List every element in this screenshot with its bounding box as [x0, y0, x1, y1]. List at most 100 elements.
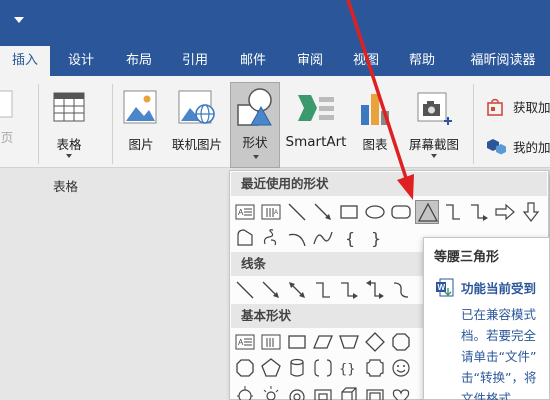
online-picture-label: 联机图片: [171, 137, 222, 152]
textbox-shape-icon[interactable]: A: [233, 200, 257, 224]
line-shape-icon[interactable]: [285, 200, 309, 224]
down-arrow-shape-icon[interactable]: [519, 200, 543, 224]
tooltip-heading: 功能当前受到: [461, 281, 537, 296]
get-addins-label: 获取加: [513, 100, 550, 115]
table-label: 表格: [56, 137, 82, 152]
double-bracket-shape-icon[interactable]: [311, 356, 335, 380]
title-bar: [0, 0, 550, 46]
tooltip-body-line: 已在兼容模式: [461, 307, 537, 322]
right-arrow-shape-icon[interactable]: [493, 200, 517, 224]
my-addins-button[interactable]: 我的加: [485, 134, 550, 158]
tab-insert[interactable]: 插入: [0, 46, 50, 76]
svg-text:W: W: [438, 283, 446, 292]
my-addins-icon: [487, 139, 506, 155]
sun-shape-icon[interactable]: [259, 382, 283, 400]
tab-mailings[interactable]: 邮件: [228, 46, 278, 76]
arrow-line-shape-icon[interactable]: [311, 200, 335, 224]
arrow-line-shape-icon[interactable]: [259, 278, 283, 302]
tab-review[interactable]: 审阅: [285, 46, 335, 76]
smiley-face-shape-icon[interactable]: [389, 356, 413, 380]
shape-tooltip: 等腰三角形 W 功能当前受到 已在兼容模式 档。若要完全 请单击“文件” 击“转…: [423, 237, 550, 400]
svg-text:}: }: [371, 229, 381, 248]
can-shape-icon[interactable]: [285, 356, 309, 380]
elbow-arrow-connector-shape-icon[interactable]: [467, 200, 491, 224]
svg-text:{}: {}: [339, 362, 356, 377]
svg-text:A: A: [238, 208, 244, 217]
tab-design[interactable]: 设计: [56, 46, 106, 76]
smartart-button[interactable]: SmartArt: [281, 82, 351, 150]
parallelogram-shape-icon[interactable]: [311, 330, 335, 354]
pages-button-partial[interactable]: 页: [0, 84, 14, 145]
gear-shape-icon[interactable]: [233, 382, 257, 400]
rounded-rectangle-shape-icon[interactable]: [389, 200, 413, 224]
octagon-shape-icon[interactable]: [233, 356, 257, 380]
textbox-shape-icon[interactable]: A: [233, 330, 257, 354]
tooltip-body-line: 请单击“文件”: [461, 349, 537, 364]
table-group-label: 表格: [53, 179, 79, 194]
picture-button[interactable]: 图片: [118, 82, 164, 152]
line-shape-icon[interactable]: [233, 278, 257, 302]
tooltip-body-line: 击“转换”，将: [461, 370, 537, 385]
vertical-textbox-shape-icon[interactable]: [259, 330, 283, 354]
tab-help[interactable]: 帮助: [397, 46, 447, 76]
arc-shape-icon[interactable]: [285, 226, 309, 250]
tooltip-body-line: 档。若要完全: [461, 328, 537, 343]
tab-layout[interactable]: 布局: [114, 46, 164, 76]
right-brace-shape-icon[interactable]: }: [363, 226, 387, 250]
elbow-connector-shape-icon[interactable]: [441, 200, 465, 224]
shapes-label: 形状: [242, 135, 268, 150]
group-separator: [473, 84, 474, 164]
double-brace-shape-icon[interactable]: {}: [337, 356, 361, 380]
curve-shape-icon[interactable]: [311, 226, 335, 250]
frame-shape-icon[interactable]: [311, 382, 335, 400]
customize-quick-access-icon[interactable]: [14, 17, 24, 23]
isosceles-triangle-shape-icon[interactable]: [415, 200, 439, 224]
scribble-shape-icon[interactable]: [259, 226, 283, 250]
elbow-arrow-connector-shape-icon[interactable]: [337, 278, 361, 302]
page-icon: [0, 90, 13, 118]
smartart-icon: [298, 95, 334, 121]
curved-connector-shape-icon[interactable]: [389, 278, 413, 302]
my-addins-label: 我的加: [513, 140, 550, 155]
svg-text:{: {: [345, 229, 355, 248]
tooltip-title: 等腰三角形: [434, 250, 500, 265]
chart-button[interactable]: 图表: [356, 82, 394, 152]
trapezoid-shape-icon[interactable]: [337, 330, 361, 354]
donut-shape-icon[interactable]: [285, 382, 309, 400]
pentagon-shape-icon[interactable]: [259, 356, 283, 380]
freeform-shape-icon[interactable]: [233, 226, 257, 250]
vertical-textbox-shape-icon[interactable]: A: [259, 200, 283, 224]
table-icon: [53, 92, 85, 122]
cube-shape-icon[interactable]: [337, 382, 361, 400]
group-separator: [112, 84, 113, 164]
online-picture-icon: [178, 90, 215, 124]
shapes-button[interactable]: 形状: [230, 82, 280, 168]
tab-view[interactable]: 视图: [341, 46, 391, 76]
chart-label: 图表: [362, 137, 388, 152]
screenshot-icon: [417, 92, 452, 125]
word-document-icon: W: [436, 278, 454, 297]
table-button[interactable]: 表格: [45, 82, 93, 160]
elbow-connector-shape-icon[interactable]: [311, 278, 335, 302]
oval-shape-icon[interactable]: [363, 200, 387, 224]
screenshot-button[interactable]: 屏幕截图: [400, 82, 468, 162]
tab-references[interactable]: 引用: [170, 46, 220, 76]
rectangle-shape-icon[interactable]: [285, 330, 309, 354]
online-picture-button[interactable]: 联机图片: [164, 82, 230, 152]
tab-foxit-reader[interactable]: 福昕阅读器: [458, 46, 548, 76]
diamond-shape-icon[interactable]: [363, 330, 387, 354]
octagon-shape-icon[interactable]: [389, 330, 413, 354]
ribbon-insert: 页 表格 表格 图片 联机图片 形状 SmartArt 图表 屏幕截图 获取加 …: [0, 76, 550, 194]
rectangle-shape-icon[interactable]: [337, 200, 361, 224]
picture-icon: [123, 90, 157, 124]
get-addins-button[interactable]: 获取加: [485, 94, 550, 118]
left-brace-shape-icon[interactable]: {: [337, 226, 361, 250]
svg-text:A: A: [274, 210, 278, 216]
bevel-shape-icon[interactable]: [363, 382, 387, 400]
elbow-double-arrow-connector-shape-icon[interactable]: [363, 278, 387, 302]
chevron-down-icon: [253, 155, 259, 159]
plaque-shape-icon[interactable]: [363, 356, 387, 380]
heart-shape-icon[interactable]: [389, 382, 413, 400]
double-arrow-line-shape-icon[interactable]: [285, 278, 309, 302]
picture-label: 图片: [128, 137, 154, 152]
